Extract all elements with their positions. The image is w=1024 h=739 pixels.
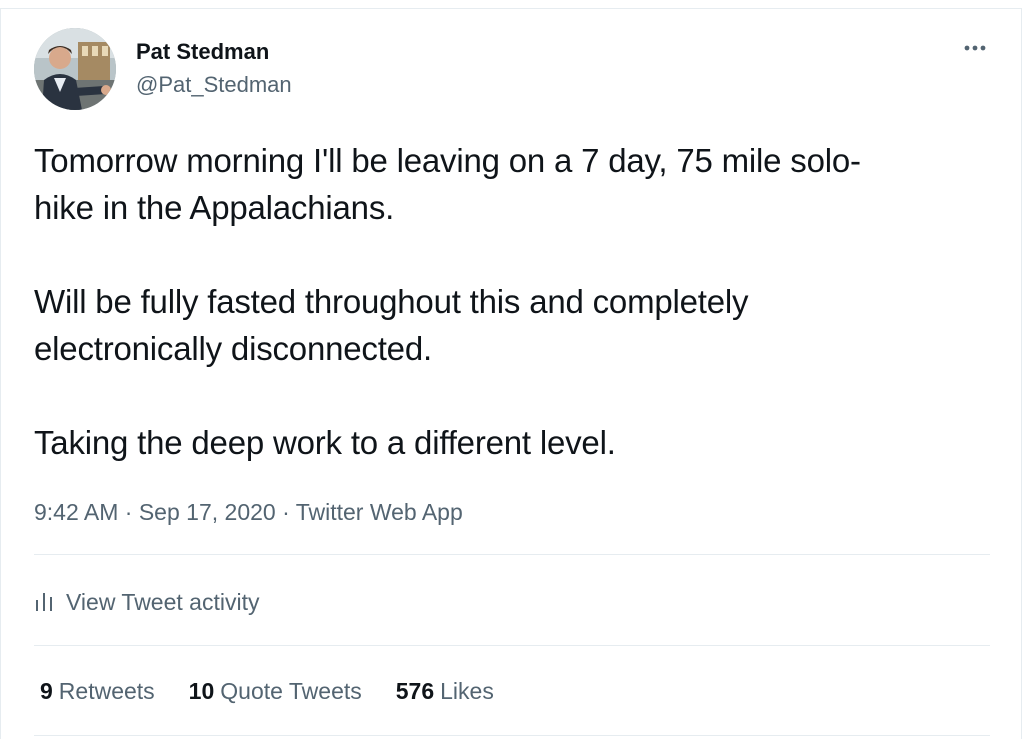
author-names: Pat Stedman @Pat_Stedman — [136, 37, 292, 100]
tweet-paragraph: Taking the deep work to a different leve… — [34, 424, 616, 461]
view-tweet-activity-label: View Tweet activity — [66, 588, 260, 615]
likes-count: 576 — [395, 678, 435, 704]
meta-separator: · — [275, 499, 296, 525]
retweets-label: Retweets — [58, 678, 155, 704]
tweet-paragraph: Will be fully fasted throughout this and… — [34, 283, 749, 367]
view-tweet-activity-button[interactable]: View Tweet activity — [34, 584, 259, 620]
more-options-button[interactable] — [958, 36, 992, 60]
quote-tweets-stat[interactable]: 10 Quote Tweets — [189, 674, 362, 708]
divider — [34, 645, 990, 646]
tweet-text: Tomorrow morning I'll be leaving on a 7 … — [34, 137, 984, 466]
tweet-stats: 9 Retweets 10 Quote Tweets 576 Likes — [40, 674, 528, 708]
meta-separator: · — [118, 499, 139, 525]
likes-stat[interactable]: 576 Likes — [396, 674, 494, 708]
bar-chart-icon — [34, 591, 54, 613]
quote-tweets-label: Quote Tweets — [220, 678, 362, 704]
avatar[interactable] — [34, 28, 116, 110]
retweets-stat[interactable]: 9 Retweets — [40, 674, 155, 708]
more-horizontal-icon — [958, 36, 992, 60]
divider — [34, 554, 990, 555]
retweets-count: 9 — [40, 678, 53, 704]
tweet-time[interactable]: 9:42 AM — [34, 499, 118, 525]
divider — [34, 735, 990, 736]
likes-label: Likes — [440, 678, 494, 704]
tweet-date[interactable]: Sep 17, 2020 — [139, 499, 276, 525]
tweet-meta: 9:42 AM · Sep 17, 2020 · Twitter Web App — [34, 496, 463, 528]
tweet-paragraph: Tomorrow morning I'll be leaving on a 7 … — [34, 142, 861, 226]
author-handle[interactable]: @Pat_Stedman — [136, 70, 292, 100]
quote-tweets-count: 10 — [188, 678, 215, 704]
tweet-source[interactable]: Twitter Web App — [296, 499, 463, 525]
author-display-name[interactable]: Pat Stedman — [136, 37, 292, 67]
tweet-header: Pat Stedman @Pat_Stedman — [34, 28, 994, 112]
